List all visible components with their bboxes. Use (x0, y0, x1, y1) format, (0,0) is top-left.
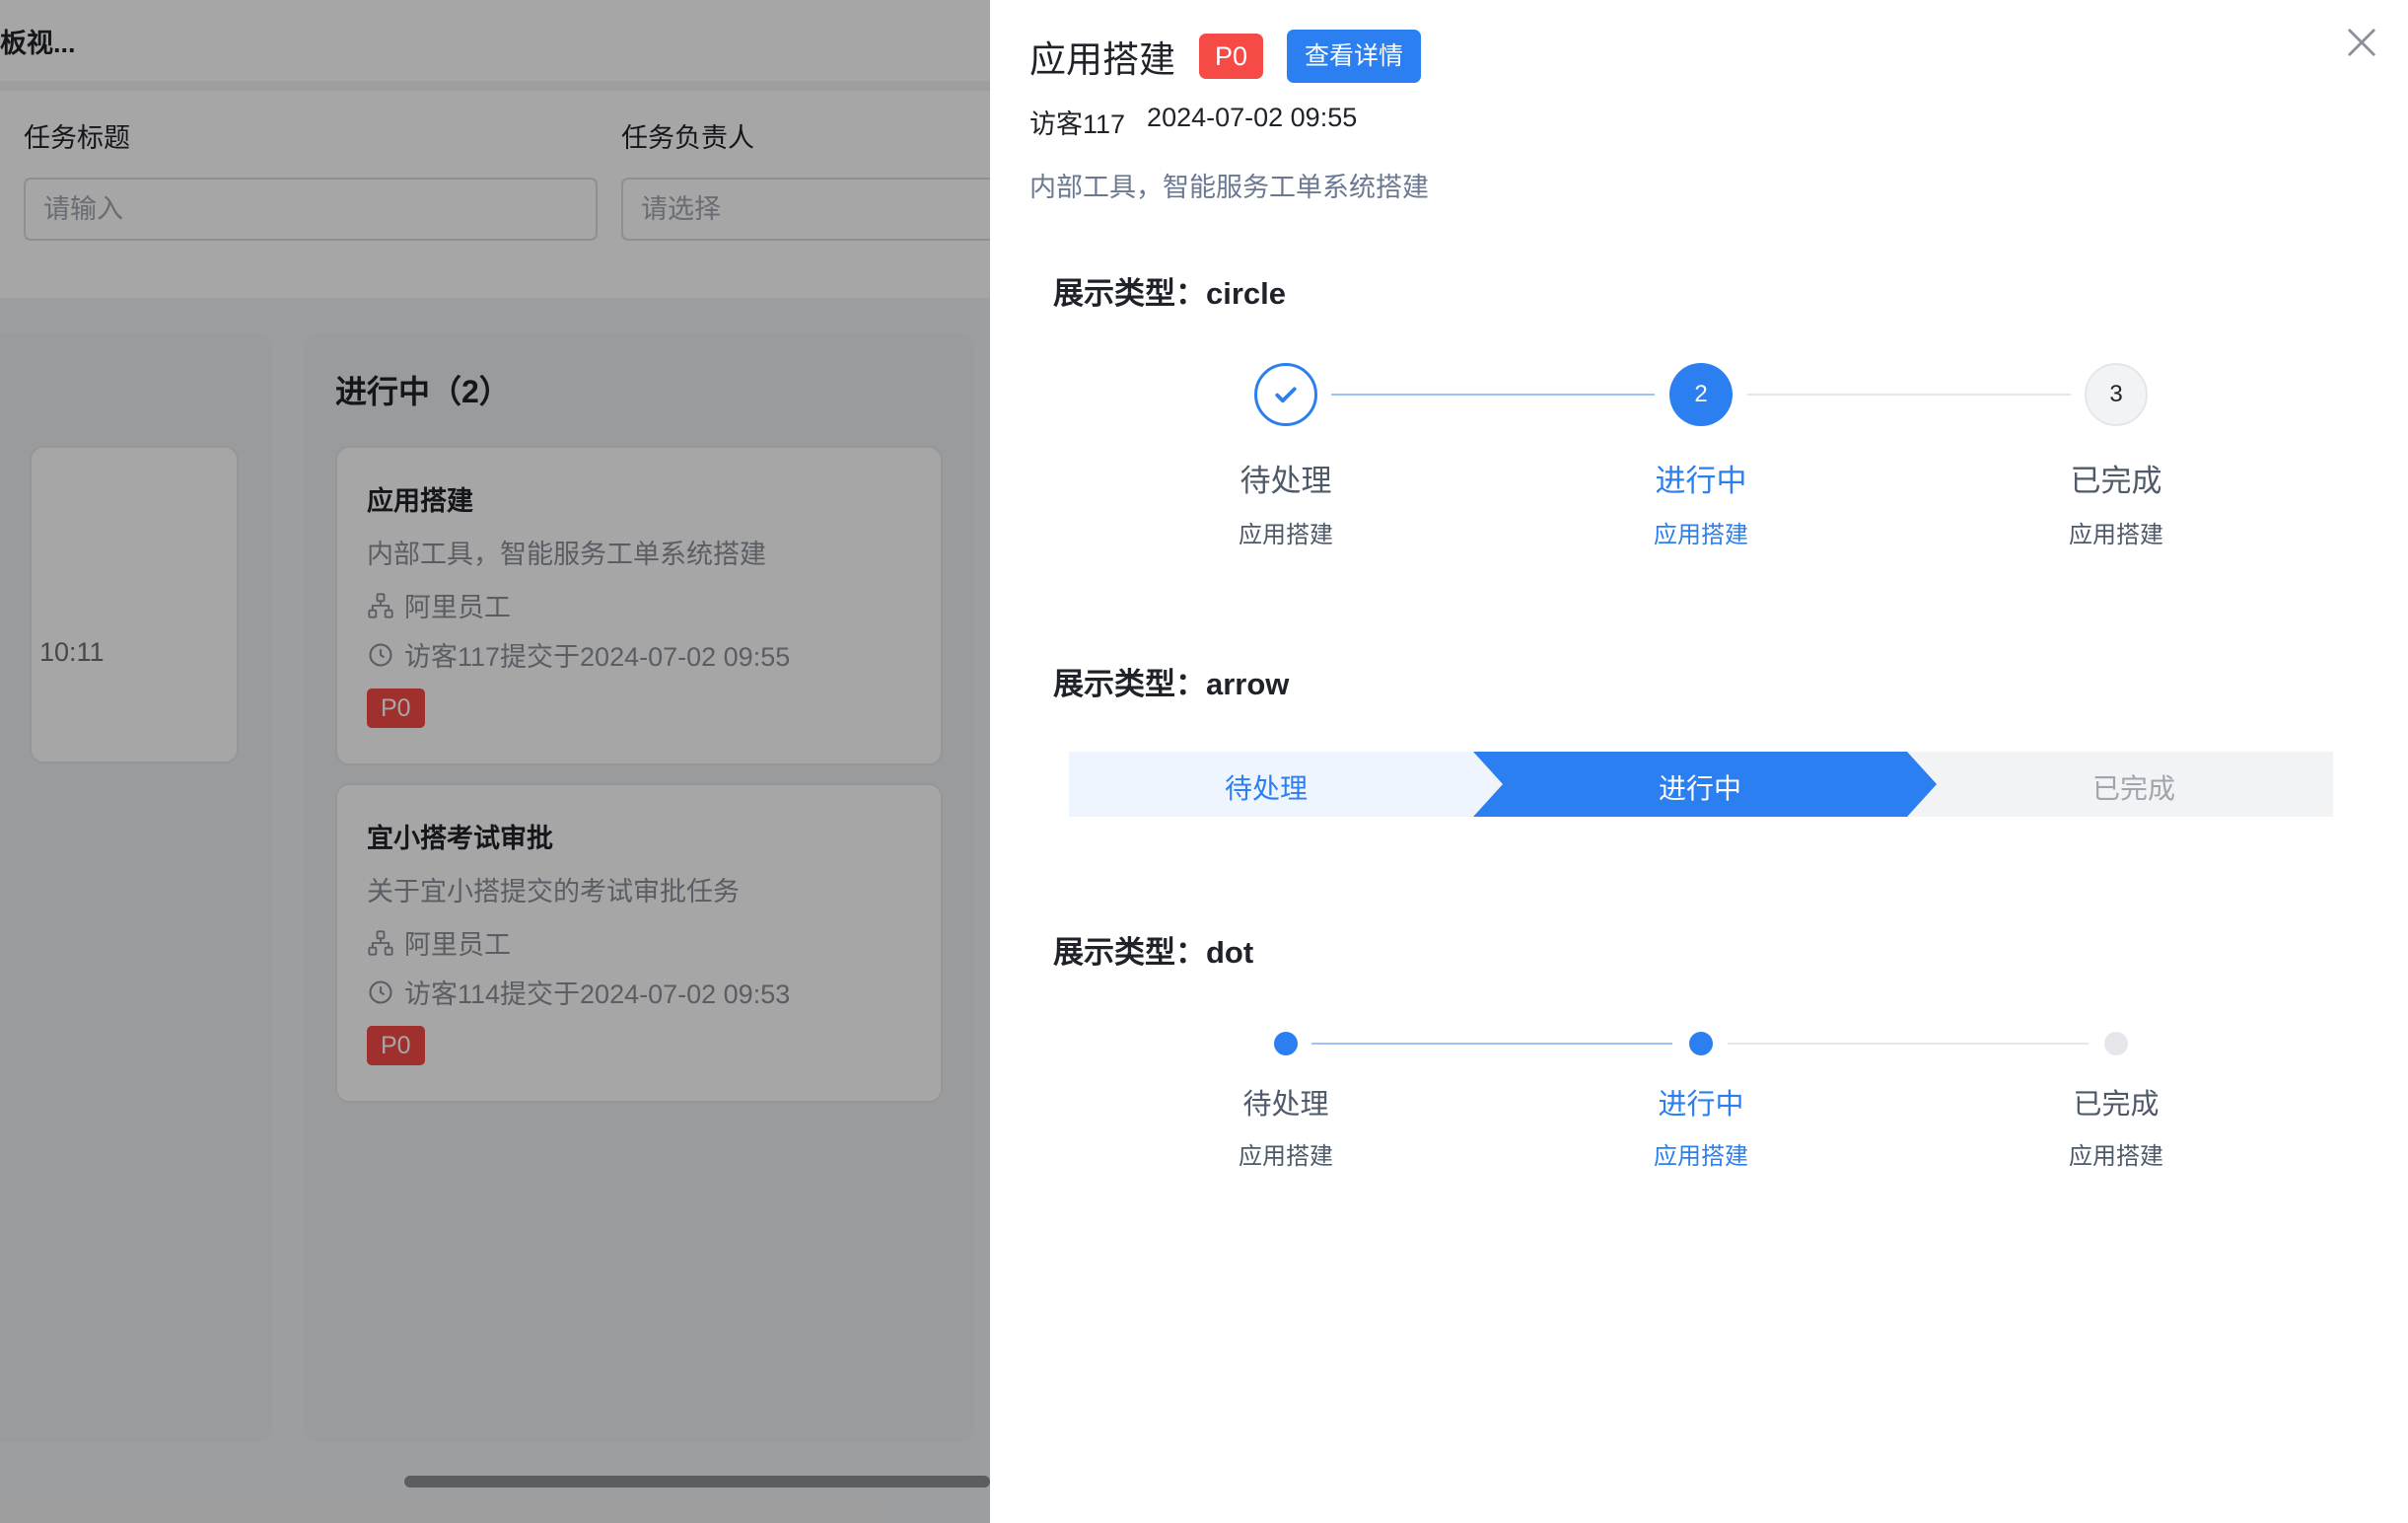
step-dot-2[interactable] (1689, 1032, 1713, 1055)
author: 访客117 (1029, 109, 1126, 139)
background-page: 板视... 任务标题 请输入 任务负责人 请选择 10:11 进行中（2） 应用… (0, 0, 990, 1523)
section-title-arrow: 展示类型：arrow (1053, 667, 1290, 701)
step-label: 进行中 (1655, 464, 1747, 498)
step-connector (1311, 1043, 1672, 1045)
datetime: 2024-07-02 09:55 (1147, 103, 1358, 132)
step-connector (1747, 394, 2071, 396)
step-subtitle: 应用搭建 (2069, 1143, 2163, 1170)
close-icon[interactable] (2341, 22, 2382, 63)
detail-drawer: 应用搭建 P0 查看详情 访客117 2024-07-02 09:55 内部工具… (990, 0, 2408, 1523)
step-subtitle: 应用搭建 (1654, 1143, 1748, 1170)
drawer-meta: 访客117 2024-07-02 09:55 (1029, 103, 1357, 141)
step-dot-1[interactable] (1274, 1032, 1298, 1055)
drawer-description: 内部工具，智能服务工单系统搭建 (1029, 173, 1429, 202)
step-circle-1[interactable] (1254, 363, 1317, 426)
section-title-circle: 展示类型：circle (1053, 276, 1287, 311)
step-connector (1728, 1043, 2089, 1045)
drawer-title: 应用搭建 (1029, 39, 1175, 80)
step-label: 进行中 (1658, 1089, 1744, 1121)
step-label: 已完成 (2070, 464, 2162, 498)
step-dot-3[interactable] (2104, 1032, 2128, 1055)
arrow-step-label: 待处理 (1224, 773, 1308, 804)
arrow-step-label: 已完成 (2091, 773, 2175, 804)
priority-tag: P0 (1199, 34, 1264, 79)
check-icon (1275, 387, 1297, 403)
modal-mask[interactable] (0, 0, 990, 1523)
view-detail-button[interactable]: 查看详情 (1287, 30, 1422, 83)
step-label: 待处理 (1242, 1089, 1329, 1121)
step-subtitle: 应用搭建 (2069, 522, 2163, 548)
step-circle-2[interactable]: 2 (1669, 363, 1733, 426)
arrow-step-label: 进行中 (1658, 773, 1741, 804)
section-title-dot: 展示类型：dot (1053, 935, 1254, 970)
step-connector (1331, 394, 1655, 396)
step-subtitle: 应用搭建 (1239, 1143, 1333, 1170)
drawer-title-row: 应用搭建 P0 查看详情 (1029, 30, 1422, 83)
step-label: 待处理 (1239, 464, 1332, 498)
step-circle-3[interactable]: 3 (2085, 363, 2148, 426)
step-subtitle: 应用搭建 (1239, 522, 1333, 548)
step-label: 已完成 (2073, 1089, 2160, 1121)
step-subtitle: 应用搭建 (1654, 522, 1748, 548)
